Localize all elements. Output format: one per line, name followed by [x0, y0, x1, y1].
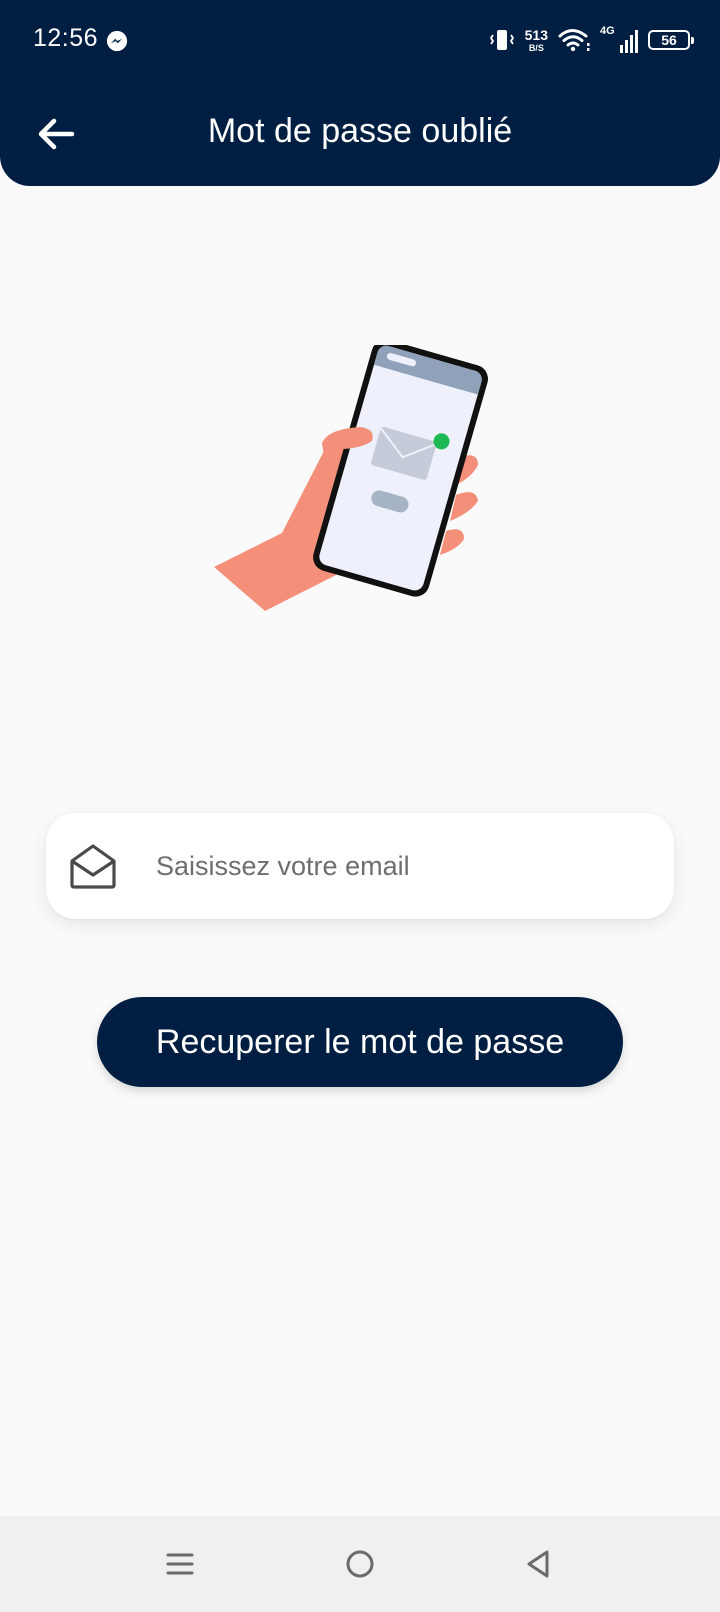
- menu-icon: [166, 1553, 194, 1575]
- open-envelope-icon: [70, 844, 116, 889]
- email-input[interactable]: [156, 850, 596, 882]
- signal-icon: [620, 30, 638, 53]
- system-navigation-bar: [0, 1516, 720, 1612]
- cellular-signal: 4G: [600, 25, 638, 55]
- network-speed: 513 B/S: [525, 28, 548, 53]
- network-speed-value: 513: [524, 26, 548, 43]
- status-icons: 513 B/S 4G 56: [489, 22, 694, 58]
- page-title: Mot de passe oublié: [207, 112, 513, 150]
- hand-holding-phone-with-email-icon: [214, 345, 488, 611]
- nav-home-button[interactable]: [340, 1544, 380, 1584]
- wifi-icon: [558, 29, 590, 52]
- back-triangle-icon: [527, 1550, 549, 1578]
- forgot-password-screen: 12:56 513 B/S 4G 56 Mot de passe oublié …: [0, 0, 720, 1612]
- status-time: 12:56: [33, 24, 99, 52]
- messenger-icon: [106, 30, 128, 52]
- nav-back-button[interactable]: [518, 1544, 558, 1584]
- battery-icon: 56: [648, 30, 694, 50]
- vibrate-icon: [489, 30, 514, 50]
- home-icon: [346, 1550, 374, 1578]
- status-bar: 12:56 513 B/S 4G 56: [0, 0, 720, 82]
- nav-menu-button[interactable]: [160, 1544, 200, 1584]
- email-field[interactable]: [46, 813, 674, 919]
- battery-level: 56: [661, 32, 677, 48]
- app-header: 12:56 513 B/S 4G 56 Mot de passe oublié: [0, 0, 720, 186]
- network-speed-unit: B/S: [528, 42, 544, 53]
- recover-password-button[interactable]: Recuperer le mot de passe: [97, 997, 623, 1087]
